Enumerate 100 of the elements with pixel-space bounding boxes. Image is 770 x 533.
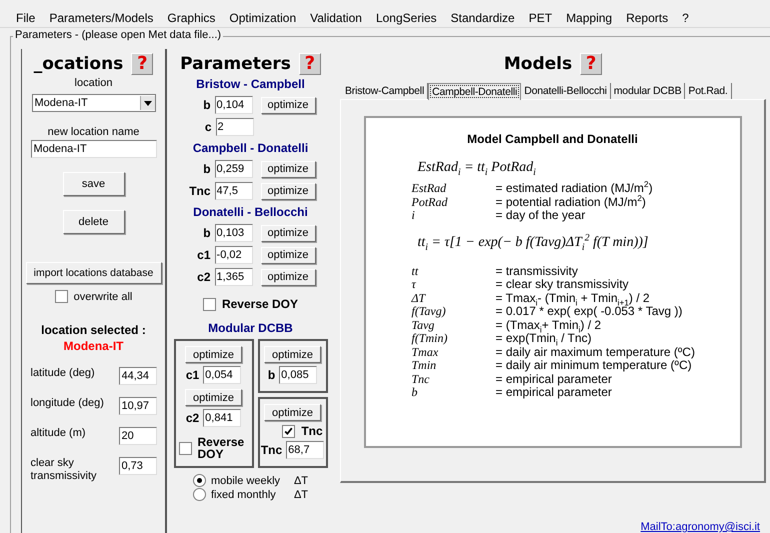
input-field[interactable]: 0,73 bbox=[118, 457, 156, 475]
definition: = daily air maximum temperature (ºC) bbox=[496, 346, 696, 359]
optimize-button[interactable]: optimize bbox=[264, 404, 321, 421]
menu-item[interactable]: Reports bbox=[626, 11, 668, 27]
tab[interactable]: Campbell-Donatelli bbox=[428, 83, 522, 100]
input-field[interactable]: 0,085 bbox=[279, 366, 318, 384]
tab[interactable]: Donatelli-Bellocchi bbox=[521, 83, 611, 99]
input-field[interactable]: 0,841 bbox=[203, 409, 242, 427]
menu-item[interactable]: ? bbox=[682, 11, 689, 27]
menu-item[interactable]: Validation bbox=[310, 11, 362, 27]
menu-item[interactable]: Standardize bbox=[450, 11, 515, 27]
definition: = estimated radiation (MJ/m$^{2}$) bbox=[496, 182, 654, 195]
definition: = exp(Tmin$_{i}$ / Tnc) bbox=[496, 332, 592, 346]
definition: = clear sky transmissivity bbox=[496, 278, 630, 292]
symbol: EstRad bbox=[412, 182, 448, 196]
symbol: i bbox=[412, 209, 416, 222]
parameter-label: c2 bbox=[186, 411, 200, 425]
input-field[interactable]: 1,365 bbox=[214, 268, 253, 286]
symbol: ΔT bbox=[412, 292, 427, 305]
panel-title: _ocations bbox=[34, 54, 124, 74]
optimize-button[interactable]: optimize bbox=[260, 182, 316, 200]
delta-t-label: ΔT bbox=[294, 474, 308, 486]
tab[interactable]: modular DCBB bbox=[610, 83, 686, 99]
optimize-button[interactable]: optimize bbox=[260, 268, 316, 286]
input-field[interactable]: 47,5 bbox=[214, 182, 253, 200]
input-field[interactable]: 0,103 bbox=[214, 224, 253, 242]
panel-title: Parameters bbox=[180, 54, 291, 74]
section-title: Campbell - Donatelli bbox=[192, 141, 308, 155]
formula-title: Model Campbell and Donatelli bbox=[467, 132, 638, 146]
menu-item[interactable]: PET bbox=[528, 11, 552, 27]
input-field[interactable]: 0,259 bbox=[214, 160, 253, 178]
radio-label: mobile weekly bbox=[210, 474, 282, 486]
group-title: Parameters - (please open Met data file...) bbox=[13, 29, 224, 41]
selected-label: location selected : bbox=[41, 323, 146, 337]
field-label: location bbox=[74, 77, 112, 89]
optimize-button[interactable]: optimize bbox=[185, 346, 242, 363]
location-name-field[interactable]: Modena-IT bbox=[30, 140, 156, 158]
definition: = empirical parameter bbox=[496, 372, 613, 386]
input-field[interactable]: 68,7 bbox=[286, 441, 324, 459]
menu-item[interactable]: LongSeries bbox=[376, 11, 437, 27]
location-dropdown[interactable]: Modena-IT bbox=[32, 94, 156, 112]
input-field[interactable]: 2 bbox=[216, 118, 254, 136]
import-button[interactable]: import locations database bbox=[26, 262, 162, 284]
definition: = (Tmax$_{i}$+ Tmin$_{i}$) / 2 bbox=[496, 318, 602, 332]
field-label: altitude (m) bbox=[30, 427, 87, 440]
definition: = Tmax$_{i}$- (Tmin$_{i}$ + Tmin$_{i+1}$) / 2 bbox=[496, 292, 650, 305]
mail-link[interactable]: MailTo:agronomy@isci.it bbox=[640, 521, 760, 533]
field-label: latitude (deg) bbox=[30, 367, 96, 380]
checkbox-label: overwrite all bbox=[74, 290, 132, 302]
input-field[interactable]: 44,34 bbox=[118, 367, 156, 385]
tab[interactable]: Pot.Rad. bbox=[685, 83, 732, 99]
symbol: f(Tmin) bbox=[412, 332, 448, 346]
checkbox[interactable] bbox=[54, 290, 68, 303]
checkbox-label: Tnc bbox=[301, 424, 323, 438]
delta-t-label: ΔT bbox=[294, 488, 308, 500]
input-field[interactable]: 0,104 bbox=[214, 96, 253, 114]
input-field[interactable]: 0,054 bbox=[203, 366, 242, 384]
parameter-label: b bbox=[202, 162, 211, 176]
parameter-label: c2 bbox=[196, 270, 211, 284]
optimize-button[interactable]: optimize bbox=[260, 246, 316, 264]
selected-location: Modena-IT bbox=[64, 339, 124, 353]
menu-item[interactable]: Optimization bbox=[229, 11, 296, 27]
menu-item[interactable]: Mapping bbox=[566, 11, 612, 27]
optimize-button[interactable]: optimize bbox=[260, 96, 316, 114]
parameter-label: c1 bbox=[196, 248, 211, 262]
parameter-label: c bbox=[204, 120, 212, 134]
field-label: new location name bbox=[48, 126, 140, 138]
input-field[interactable]: 10,97 bbox=[118, 397, 156, 415]
section-title: Donatelli - Bellocchi bbox=[193, 205, 308, 219]
parameter-label: Tnc bbox=[188, 184, 211, 198]
parameter-label: b bbox=[268, 368, 276, 382]
menu-item[interactable]: File bbox=[16, 11, 36, 27]
optimize-button[interactable]: optimize bbox=[260, 160, 316, 178]
symbol: Tavg bbox=[412, 318, 436, 332]
checkbox[interactable] bbox=[202, 298, 216, 310]
delete-button[interactable]: delete bbox=[62, 210, 124, 234]
symbol: tt bbox=[412, 264, 420, 278]
panel-title: Models bbox=[504, 54, 572, 74]
parameter-label: b bbox=[202, 226, 211, 240]
save-button[interactable]: save bbox=[62, 172, 124, 196]
radio-button[interactable] bbox=[192, 488, 206, 501]
field-label: longitude (deg) bbox=[30, 397, 105, 410]
section-title: Bristow - Campbell bbox=[196, 77, 305, 91]
menu-item[interactable]: Graphics bbox=[167, 11, 216, 27]
optimize-button[interactable]: optimize bbox=[185, 389, 242, 406]
definition: = daily air minimum temperature (ºC) bbox=[496, 359, 692, 372]
optimize-button[interactable]: optimize bbox=[264, 346, 321, 363]
menu-item[interactable]: Parameters/Models bbox=[49, 11, 154, 27]
definition: = potential radiation (MJ/m$^{2}$) bbox=[496, 196, 647, 209]
equation: tt$_{i}$ = τ[1 − exp(− b f(Tavg)ΔT$_{i}$$^{2}$ f(T min))] bbox=[418, 234, 650, 250]
symbol: Tmax bbox=[412, 346, 440, 359]
parameter-label: Tnc bbox=[260, 443, 282, 457]
checkbox[interactable] bbox=[178, 442, 192, 454]
input-field[interactable]: 20 bbox=[118, 427, 156, 445]
section-title: Modular DCBB bbox=[208, 321, 293, 335]
checkbox[interactable] bbox=[282, 424, 296, 438]
definition: = 0.017 * exp( exp( -0.053 * Tavg )) bbox=[496, 305, 684, 318]
optimize-button[interactable]: optimize bbox=[260, 224, 316, 242]
input-field[interactable]: -0,02 bbox=[214, 246, 253, 264]
radio-button[interactable] bbox=[192, 474, 206, 487]
